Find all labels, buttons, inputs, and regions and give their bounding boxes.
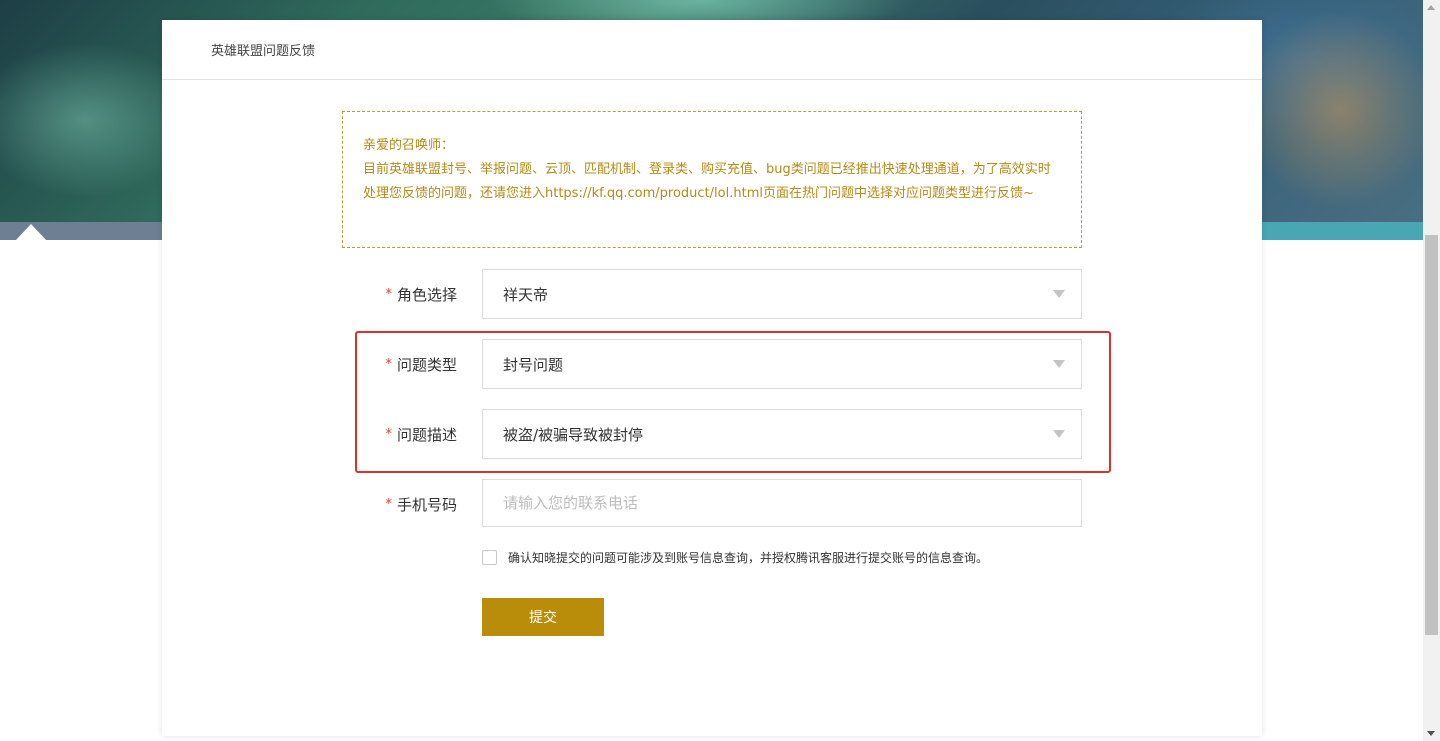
notice-body: 目前英雄联盟封号、举报问题、云顶、匹配机制、登录类、购买充值、bug类问题已经推… (363, 162, 1051, 201)
consent-text: 确认知晓提交的问题可能涉及到账号信息查询，并授权腾讯客服进行提交账号的信息查询。 (508, 550, 989, 565)
required-mark: * (385, 356, 392, 372)
role-select-value: 祥天帝 (503, 285, 549, 304)
issue-type-row: * 问题类型 封号问题 (342, 339, 1082, 389)
required-mark: * (385, 426, 392, 442)
required-mark: * (385, 496, 392, 512)
scrollbar[interactable] (1423, 0, 1440, 741)
page: 英雄联盟问题反馈 亲爱的召唤师： 目前英雄联盟封号、举报问题、云顶、匹配机制、登… (0, 0, 1440, 741)
notice-box: 亲爱的召唤师： 目前英雄联盟封号、举报问题、云顶、匹配机制、登录类、购买充值、b… (342, 111, 1082, 248)
banner-stripe-right (1262, 222, 1423, 240)
chevron-down-icon (1053, 290, 1065, 298)
issue-type-select-value: 封号问题 (503, 355, 564, 374)
issue-type-select[interactable]: 封号问题 (482, 339, 1082, 389)
chevron-down-icon (1053, 430, 1065, 438)
issue-desc-row: * 问题描述 被盗/被骗导致被封停 (342, 409, 1082, 459)
role-label-text: 角色选择 (396, 285, 457, 304)
consent-row: 确认知晓提交的问题可能涉及到账号信息查询，并授权腾讯客服进行提交账号的信息查询。 (482, 548, 988, 566)
role-row: * 角色选择 祥天帝 (342, 269, 1082, 319)
card-header: 英雄联盟问题反馈 (162, 20, 1262, 80)
scroll-down-arrow-icon[interactable] (1427, 731, 1435, 736)
issue-desc-select[interactable]: 被盗/被骗导致被封停 (482, 409, 1082, 459)
issue-desc-select-value: 被盗/被骗导致被封停 (503, 425, 644, 444)
page-title: 英雄联盟问题反馈 (211, 44, 316, 59)
issue-type-label-text: 问题类型 (396, 355, 457, 374)
phone-row: * 手机号码 (342, 479, 1082, 529)
role-select[interactable]: 祥天帝 (482, 269, 1082, 319)
scrollbar-thumb[interactable] (1425, 235, 1438, 635)
banner-notch-indicator (16, 224, 46, 240)
required-mark: * (385, 286, 392, 302)
scroll-up-arrow-icon[interactable] (1427, 5, 1435, 10)
phone-input[interactable] (482, 479, 1082, 527)
issue-desc-label: * 问题描述 (342, 409, 457, 459)
issue-type-label: * 问题类型 (342, 339, 457, 389)
phone-label-text: 手机号码 (396, 495, 457, 514)
phone-label: * 手机号码 (342, 479, 457, 529)
notice-greeting: 亲爱的召唤师： (363, 138, 455, 153)
role-label: * 角色选择 (342, 269, 457, 319)
issue-desc-label-text: 问题描述 (396, 425, 457, 444)
submit-button[interactable]: 提交 (482, 598, 604, 636)
feedback-card: 英雄联盟问题反馈 亲爱的召唤师： 目前英雄联盟封号、举报问题、云顶、匹配机制、登… (162, 20, 1262, 736)
chevron-down-icon (1053, 360, 1065, 368)
consent-checkbox[interactable] (482, 549, 497, 565)
